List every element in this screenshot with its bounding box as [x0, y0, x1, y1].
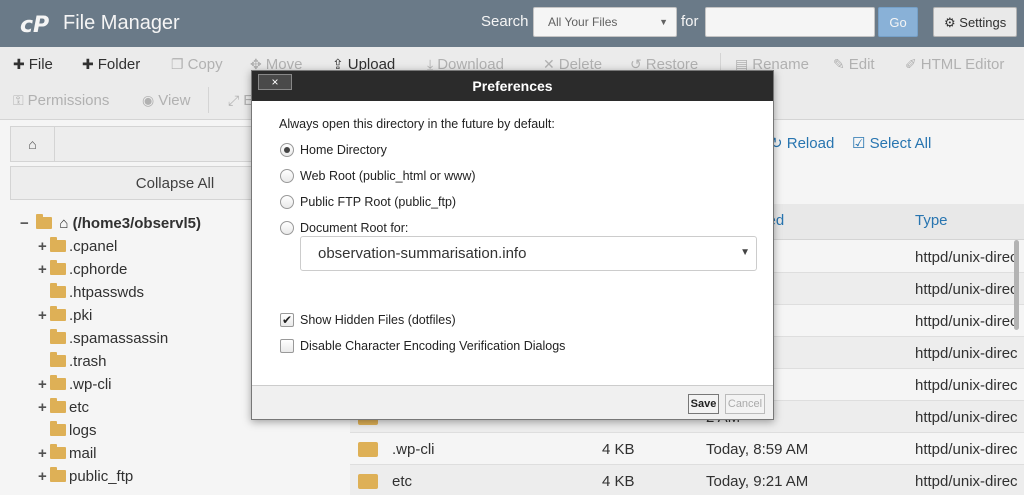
- dialog-header: Preferences ×: [252, 71, 773, 101]
- close-button[interactable]: ×: [258, 74, 292, 90]
- show-hidden-label[interactable]: Show Hidden Files (dotfiles): [300, 313, 456, 327]
- radio-option-label[interactable]: Document Root for:: [300, 221, 408, 235]
- dialog-body: Always open this directory in the future…: [252, 101, 773, 385]
- save-button[interactable]: Save: [688, 394, 719, 414]
- radio-option-label[interactable]: Web Root (public_html or www): [300, 169, 476, 183]
- default-directory-intro: Always open this directory in the future…: [279, 117, 555, 131]
- cancel-button[interactable]: Cancel: [725, 394, 765, 414]
- show-hidden-checkbox[interactable]: ✔: [280, 313, 294, 327]
- radio-option[interactable]: [280, 143, 294, 157]
- preferences-dialog: Preferences × Always open this directory…: [251, 70, 774, 420]
- document-root-select[interactable]: observation-summarisation.info ▼: [300, 236, 757, 271]
- radio-option[interactable]: [280, 195, 294, 209]
- dialog-title: Preferences: [472, 78, 553, 94]
- radio-option[interactable]: [280, 169, 294, 183]
- radio-option[interactable]: [280, 221, 294, 235]
- chevron-down-icon: ▼: [740, 247, 750, 258]
- dialog-footer: Save Cancel: [252, 385, 773, 419]
- disable-encoding-label[interactable]: Disable Character Encoding Verification …: [300, 339, 565, 353]
- document-root-value: observation-summarisation.info: [318, 245, 527, 262]
- radio-option-label[interactable]: Home Directory: [300, 143, 387, 157]
- close-icon: ×: [271, 75, 279, 89]
- radio-option-label[interactable]: Public FTP Root (public_ftp): [300, 195, 456, 209]
- disable-encoding-checkbox[interactable]: [280, 339, 294, 353]
